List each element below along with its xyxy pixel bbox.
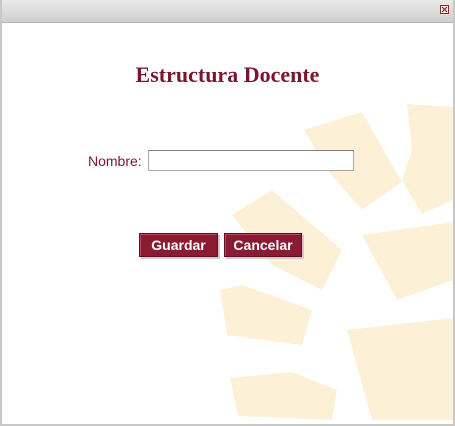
dialog-titlebar	[2, 0, 453, 23]
dialog-window: Estructura Docente Nombre: Guardar Cance…	[0, 0, 455, 426]
save-button[interactable]: Guardar	[139, 233, 218, 257]
close-button[interactable]	[440, 5, 449, 14]
name-label: Nombre:	[88, 153, 142, 169]
cancel-button[interactable]: Cancelar	[224, 233, 302, 257]
name-input[interactable]	[148, 150, 354, 171]
page-title: Estructura Docente	[135, 62, 320, 87]
close-icon	[441, 6, 448, 13]
